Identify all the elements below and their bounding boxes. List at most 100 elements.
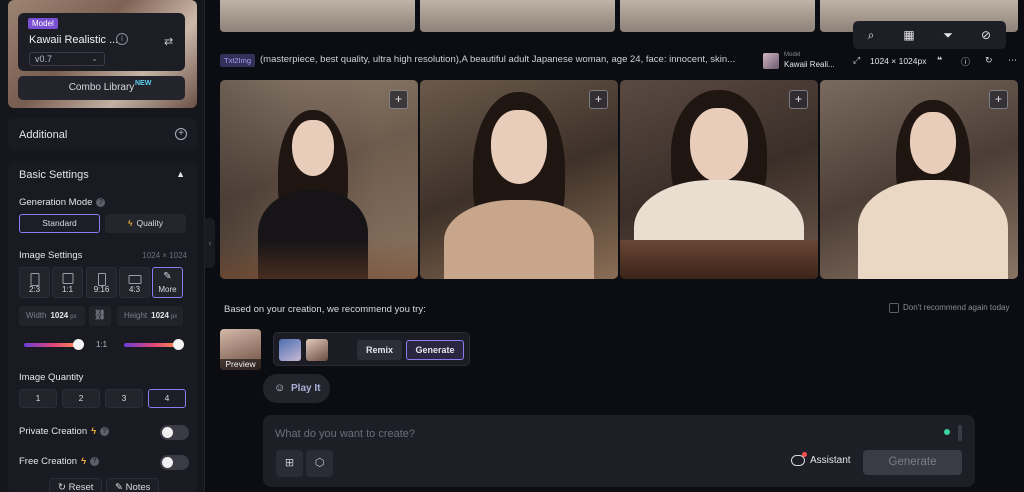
generate-suggestion-button[interactable]: Generate [406, 340, 464, 360]
quantity-1-button[interactable]: 1 [19, 389, 57, 408]
dont-recommend-checkbox[interactable]: Don't recommend again today [889, 303, 1009, 313]
private-creation-row: Private Creation ϟ? [19, 425, 189, 440]
reset-button[interactable]: ↻ Reset [49, 478, 103, 492]
left-sidebar: Model Kawaii Realistic ... i ⇄ v0.7 ⌄ Co… [0, 0, 205, 492]
mode-standard-button[interactable]: Standard [19, 214, 100, 233]
add-image-icon[interactable]: + [989, 90, 1008, 109]
plus-circle-icon[interactable]: + [175, 128, 187, 140]
add-image-icon[interactable]: + [589, 90, 608, 109]
eye-off-icon[interactable]: ⊘ [978, 27, 994, 43]
more-icon[interactable]: ⋯ [1008, 55, 1017, 66]
quantity-3-button[interactable]: 3 [105, 389, 143, 408]
height-slider[interactable] [124, 339, 184, 350]
help-icon[interactable]: ? [90, 456, 100, 466]
main-area: ⌕ ▦ ⏷ ⊘ Txt2Img (masterpiece, best quali… [215, 0, 1024, 492]
image-settings-label: Image Settings [19, 250, 83, 261]
info-icon[interactable]: i [116, 33, 128, 45]
slider-knob[interactable] [173, 339, 184, 350]
ratio-9-16-button[interactable]: 9:16 [86, 267, 117, 298]
ratio-1-1-button[interactable]: 1:1 [52, 267, 83, 298]
quantity-4-button[interactable]: 4 [148, 389, 186, 408]
view-toolbar: ⌕ ▦ ⏷ ⊘ [853, 21, 1006, 49]
ratio-4-3-button[interactable]: 4:3 [119, 267, 150, 298]
additional-panel[interactable]: Additional + [8, 118, 197, 151]
chat-bubble-icon [791, 452, 807, 466]
free-creation-row: Free Creation ϟ? [19, 455, 189, 470]
remix-thumbnail[interactable] [279, 339, 301, 361]
width-input[interactable]: Width 1024 px [19, 306, 85, 326]
scrollbar[interactable] [958, 425, 962, 441]
chevron-down-icon: ⌄ [91, 54, 98, 63]
add-image-icon[interactable]: + [389, 90, 408, 109]
generated-image-3[interactable]: + [620, 80, 818, 279]
previous-image[interactable] [420, 0, 615, 32]
previous-image[interactable] [220, 0, 415, 32]
link-ratio-icon[interactable]: ⛓ [89, 306, 111, 326]
generation-info-row: Txt2Img (masterpiece, best quality, ultr… [220, 52, 1020, 69]
ratio-2-3-button[interactable]: 2:3 [19, 267, 50, 298]
ratio-more-button[interactable]: ✎ More [152, 267, 183, 298]
model-name: Kawaii Realistic ... [29, 34, 119, 46]
model-selector[interactable]: Model Kawaii Realistic ... i ⇄ v0.7 ⌄ [18, 13, 185, 71]
pencil-icon: ✎ [163, 271, 172, 282]
refresh-icon[interactable]: ↻ [985, 55, 993, 66]
notes-button[interactable]: ✎ Notes [106, 478, 160, 492]
width-slider[interactable] [24, 339, 84, 350]
ratio-readout: 1:1 [96, 340, 108, 349]
height-input[interactable]: Height 1024 px [117, 306, 183, 326]
cube-icon[interactable]: ⬡ [306, 450, 333, 477]
image-quantity-label: Image Quantity [19, 372, 84, 383]
txt2img-badge: Txt2Img [220, 54, 256, 67]
preview-label: Preview [220, 359, 261, 370]
model-version-select[interactable]: v0.7 ⌄ [29, 52, 105, 66]
quantity-2-button[interactable]: 2 [62, 389, 100, 408]
checkbox-icon[interactable] [889, 303, 899, 313]
model-small-label: Model [784, 52, 801, 58]
combo-library-button[interactable]: Combo Library NEW [18, 76, 185, 100]
gamepad-icon: ☺ [274, 382, 286, 394]
help-icon[interactable]: ? [96, 197, 106, 207]
image-upload-icon[interactable]: ⊞ [276, 450, 303, 477]
bolt-icon: ϟ [128, 218, 133, 228]
collapse-sidebar-handle[interactable]: ‹ [205, 218, 215, 268]
landscape-ratio-icon [128, 275, 141, 284]
previous-image[interactable] [620, 0, 815, 32]
recommendation-text: Based on your creation, we recommend you… [224, 304, 426, 315]
generate-button[interactable]: Generate [863, 450, 962, 475]
image-size-label: 1024 × 1024px [870, 56, 927, 66]
basic-settings-panel: Basic Settings ▲ Generation Mode? Standa… [8, 161, 197, 492]
mode-quality-button[interactable]: ϟ Quality [105, 214, 186, 233]
swap-model-icon[interactable]: ⇄ [164, 37, 175, 48]
caret-up-icon[interactable]: ▲ [176, 169, 185, 179]
status-dot [944, 429, 950, 435]
bolt-icon: ϟ [81, 456, 87, 467]
remix-button[interactable]: Remix [357, 340, 402, 360]
remix-suggestion: Remix Generate [273, 332, 470, 366]
generated-image-4[interactable]: + [820, 80, 1018, 279]
new-badge: NEW [135, 80, 152, 87]
bolt-icon: ϟ [91, 426, 97, 437]
assistant-button[interactable]: Assistant [791, 452, 851, 466]
generated-image-2[interactable]: + [420, 80, 618, 279]
prompt-input[interactable] [275, 425, 935, 443]
help-icon[interactable]: ? [100, 426, 110, 436]
add-image-icon[interactable]: + [789, 90, 808, 109]
grid-icon[interactable]: ▦ [901, 27, 917, 43]
slider-knob[interactable] [73, 339, 84, 350]
remix-thumbnail[interactable] [306, 339, 328, 361]
free-creation-toggle[interactable] [160, 455, 189, 470]
info-icon[interactable]: ⓘ [961, 55, 970, 68]
prompt-text[interactable]: (masterpiece, best quality, ultra high r… [260, 54, 756, 65]
preview-tile[interactable]: Preview [220, 329, 261, 370]
filter-icon[interactable]: ⏷ [940, 27, 956, 43]
reset-icon: ↻ [58, 482, 69, 492]
play-it-button[interactable]: ☺ Play It [263, 374, 330, 403]
search-icon[interactable]: ⌕ [863, 27, 879, 43]
square-ratio-icon [62, 273, 73, 284]
private-creation-toggle[interactable] [160, 425, 189, 440]
model-small-name[interactable]: Kawaii Reali... [784, 60, 835, 69]
model-thumbnail[interactable] [763, 53, 779, 69]
quote-icon[interactable]: ❝ [937, 55, 942, 66]
generated-image-1[interactable]: + [220, 80, 418, 279]
image-size-note: 1024 × 1024 [142, 251, 187, 260]
